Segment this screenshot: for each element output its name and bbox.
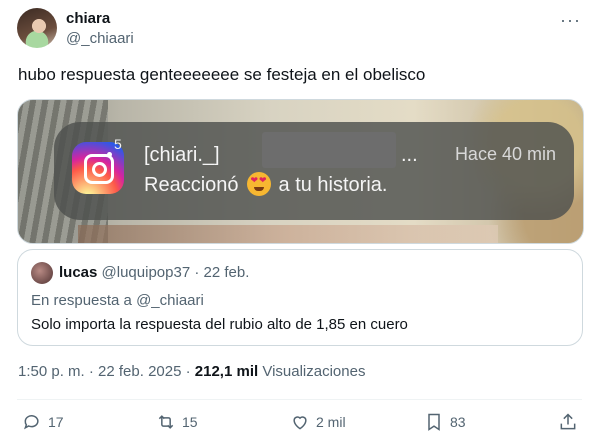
- notification-message: Reaccionó a tu historia.: [144, 172, 387, 197]
- notification-time: Hace 40 min: [454, 144, 556, 164]
- retweet-count: 15: [182, 414, 198, 430]
- like-button[interactable]: 2 mil: [290, 412, 346, 432]
- quote-date: · 22 feb.: [194, 264, 250, 281]
- quote-avatar[interactable]: [31, 262, 53, 284]
- bookmark-icon: [428, 413, 440, 431]
- instagram-notification: 5 [chiari._] ... Hace 40 min Reaccionó a …: [54, 122, 574, 220]
- author-avatar[interactable]: [17, 8, 57, 48]
- divider: [17, 399, 582, 400]
- bookmark-count: 83: [450, 414, 466, 430]
- tweet-timestamp[interactable]: 1:50 p. m. · 22 feb. 2025 ·: [18, 363, 191, 380]
- quote-reply-prefix: En respuesta a: [31, 292, 132, 309]
- bookmark-button[interactable]: 83: [424, 412, 466, 432]
- action-bar: 17 15 2 mil 83: [0, 408, 599, 438]
- tweet-text: hubo respuesta genteeeeeee se festeja en…: [18, 65, 426, 84]
- reply-count: 17: [48, 414, 64, 430]
- heart-eyes-emoji-icon: [246, 172, 271, 196]
- notification-message-after: a tu historia.: [278, 174, 388, 196]
- tweet-meta: 1:50 p. m. · 22 feb. 2025 · 212,1 mil Vi…: [18, 363, 365, 380]
- reply-icon: [24, 415, 39, 430]
- like-count: 2 mil: [316, 414, 346, 430]
- views-label: Visualizaciones: [262, 363, 366, 380]
- share-icon: [560, 413, 576, 430]
- quote-handle[interactable]: @luquipop37: [102, 264, 191, 281]
- notification-user: [chiari._]: [144, 144, 220, 166]
- retweet-icon: [158, 415, 174, 429]
- notification-message-before: Reaccionó: [144, 174, 239, 196]
- author-handle[interactable]: @_chiaari: [66, 30, 134, 48]
- quote-header: lucas @luquipop37 · 22 feb.: [59, 264, 249, 281]
- heart-icon: [293, 416, 307, 430]
- quoted-tweet[interactable]: lucas @luquipop37 · 22 feb. En respuesta…: [17, 249, 583, 346]
- reply-button[interactable]: 17: [22, 412, 64, 432]
- quote-text: Solo importa la respuesta del rubio alto…: [31, 316, 408, 333]
- redacted-block: [262, 132, 396, 168]
- views-count: 212,1 mil: [194, 363, 259, 380]
- retweet-button[interactable]: 15: [156, 412, 198, 432]
- more-options-icon[interactable]: ···: [560, 10, 581, 31]
- quote-reply-context: En respuesta a @_chiaari: [31, 292, 204, 309]
- background-photo-ground: [78, 225, 498, 243]
- share-button[interactable]: [558, 412, 578, 432]
- quote-reply-to-link[interactable]: @_chiaari: [136, 292, 204, 309]
- tweet-media[interactable]: 5 [chiari._] ... Hace 40 min Reaccionó a …: [17, 99, 584, 244]
- author-display-name[interactable]: chiara: [66, 10, 134, 28]
- quote-display-name[interactable]: lucas: [59, 264, 97, 281]
- author-block[interactable]: chiara @_chiaari: [66, 10, 134, 48]
- notification-badge: 5: [114, 136, 122, 152]
- notification-ellipsis: ...: [401, 144, 418, 166]
